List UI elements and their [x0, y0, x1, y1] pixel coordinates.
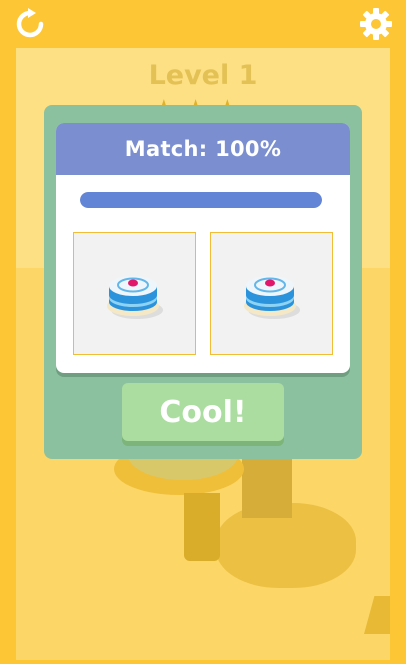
gear-icon: [360, 8, 392, 40]
target-cake-icon: [106, 275, 163, 319]
level-title: Level 1: [148, 60, 258, 91]
cool-button[interactable]: Cool!: [122, 383, 284, 441]
turntable-pole: [184, 493, 220, 561]
stand-post: [242, 453, 292, 518]
settings-button[interactable]: [358, 6, 394, 42]
made-cake-panel: [210, 232, 333, 355]
result-modal: Match: 100% Cool!: [44, 105, 362, 459]
match-progress-bar: [80, 192, 322, 208]
restart-icon: [16, 8, 44, 38]
match-title: Match: 100%: [124, 137, 282, 161]
result-card: Match: 100%: [56, 123, 350, 373]
restart-button[interactable]: [12, 6, 48, 42]
result-header: Match: 100%: [56, 123, 350, 175]
target-cake-panel: [73, 232, 196, 355]
made-cake-icon: [243, 275, 300, 319]
match-progress-fill: [80, 192, 322, 208]
